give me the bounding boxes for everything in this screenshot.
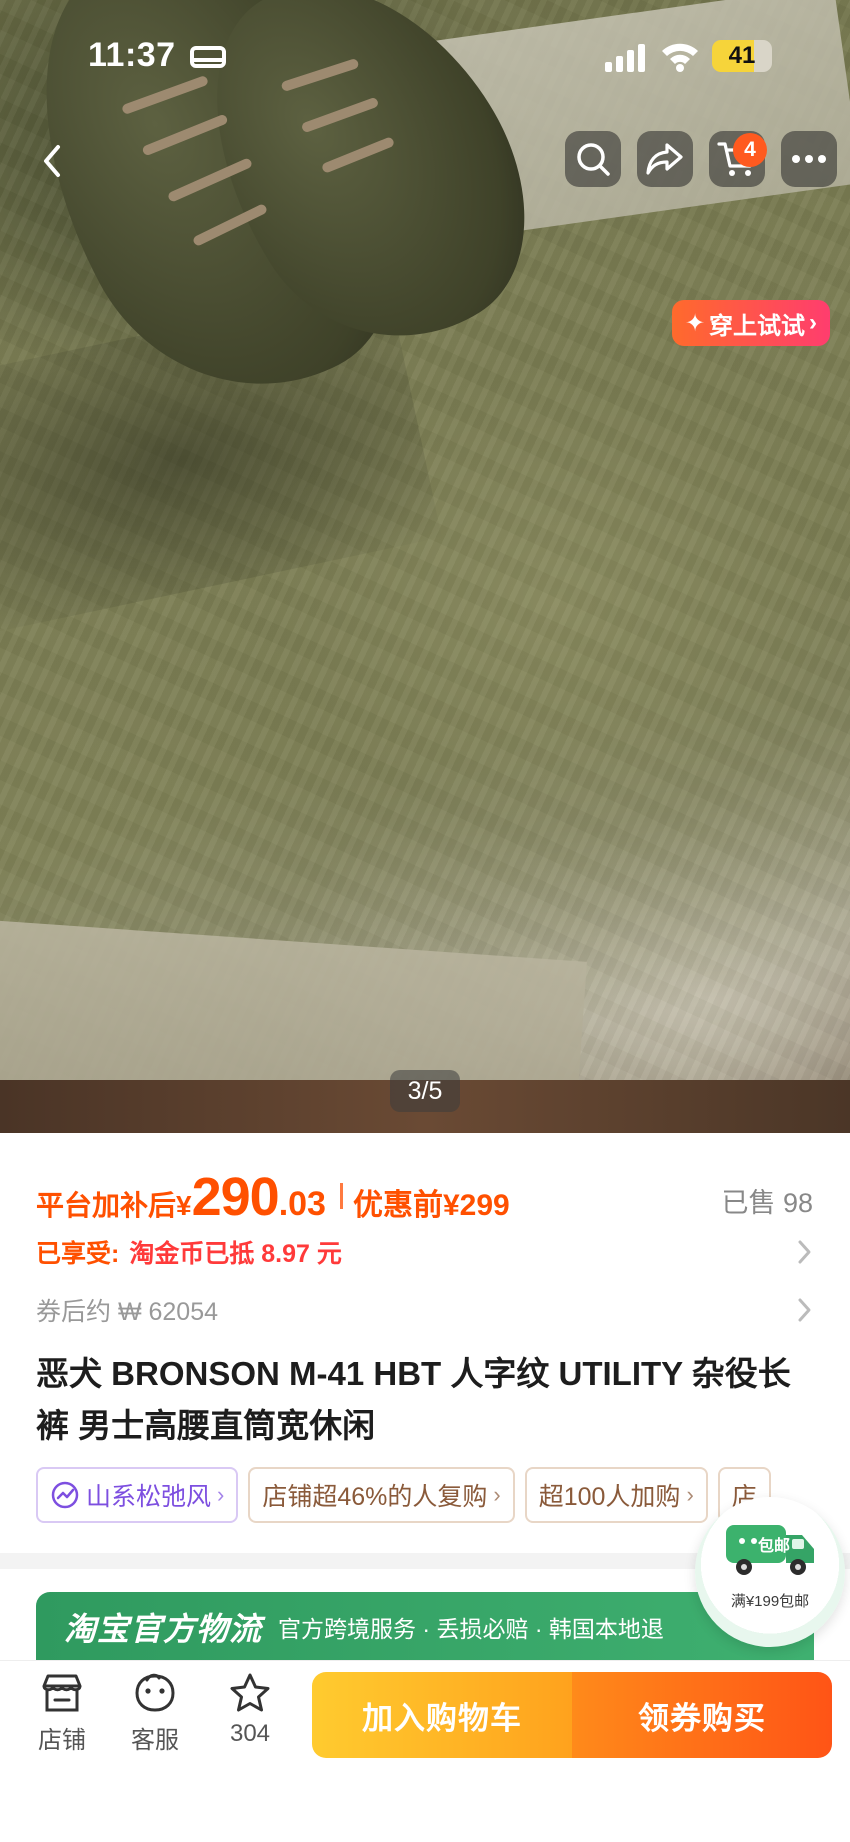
try-on-label: 穿上试试: [709, 312, 806, 340]
chevron-right-icon: [798, 1298, 811, 1322]
search-icon: [577, 143, 610, 176]
tag-label: 店铺超46%的人复购: [262, 1483, 488, 1511]
chevron-right-icon: [798, 1240, 811, 1264]
chevron-right-icon: ›: [217, 1482, 225, 1507]
tag-label: 超100人加购: [538, 1483, 681, 1511]
product-title: 恶犬 BRONSON M-41 HBT 人字纹 UTILITY 杂役长裤 男士高…: [36, 1355, 791, 1444]
price-integer: 290: [191, 1167, 280, 1227]
sold-count: 已售 98: [721, 1188, 813, 1218]
coupon-estimate: 券后约 ₩ 62054: [36, 1298, 219, 1326]
shop-button[interactable]: 店铺: [20, 1672, 104, 1768]
delivery-truck-icon: 包邮: [726, 1525, 814, 1575]
more-button[interactable]: [781, 131, 837, 187]
price-prefix: 平台加补后¥: [36, 1190, 192, 1221]
back-button[interactable]: [28, 136, 78, 186]
status-time: 11:37: [88, 36, 176, 74]
try-on-button[interactable]: ✦ 穿上试试 ›: [672, 300, 830, 346]
share-button[interactable]: [637, 131, 693, 187]
search-button[interactable]: [565, 131, 621, 187]
logistics-brand: 淘宝官方物流: [64, 1611, 263, 1647]
favorite-button[interactable]: 304: [208, 1672, 292, 1768]
svg-text:包邮: 包邮: [758, 1536, 790, 1555]
battery-indicator: 41: [712, 40, 772, 72]
cart-count-badge: 4: [733, 133, 767, 167]
tag-style[interactable]: 山系松弛风 ›: [36, 1467, 239, 1523]
wifi-icon: [662, 43, 698, 72]
add-to-cart-button[interactable]: 加入购物车: [312, 1672, 572, 1758]
price-decimal: .03: [278, 1185, 326, 1223]
logistics-description: 官方跨境服务 · 丢损必赔 · 韩国本地退: [278, 1616, 664, 1642]
cellular-signal-icon: [605, 44, 645, 72]
store-icon: [42, 1674, 82, 1712]
service-label: 客服: [131, 1727, 179, 1754]
free-shipping-note: 满¥199包邮: [730, 1593, 810, 1610]
customer-service-button[interactable]: 客服: [113, 1672, 197, 1768]
image-pager: 3/5: [390, 1070, 460, 1112]
coupon-row[interactable]: 券后约 ₩ 62054: [36, 1290, 814, 1330]
chat-face-icon: [135, 1673, 175, 1712]
price-divider: [339, 1183, 343, 1209]
chevron-left-icon: [44, 145, 60, 177]
sparkle-icon: ✦: [684, 309, 706, 337]
chevron-right-icon: ›: [686, 1482, 694, 1507]
status-bar: 11:37 41: [0, 0, 850, 110]
discount-value: 淘金币已抵 8.97 元: [129, 1240, 342, 1268]
sleep-focus-icon: [190, 46, 226, 68]
share-icon: [646, 143, 683, 175]
free-shipping-badge[interactable]: 包邮 满¥199包邮: [695, 1497, 845, 1647]
tag-add-to-cart-count[interactable]: 超100人加购 ›: [524, 1467, 708, 1523]
shop-label: 店铺: [38, 1727, 86, 1754]
star-icon: [230, 1673, 270, 1712]
more-dots-icon: [792, 155, 826, 163]
tag-repurchase[interactable]: 店铺超46%的人复购 ›: [248, 1467, 515, 1523]
chevron-right-icon: ›: [493, 1482, 501, 1507]
chevron-right-icon: ›: [809, 309, 818, 336]
discount-label: 已享受:: [36, 1240, 120, 1268]
discount-row[interactable]: 已享受: 淘金币已抵 8.97 元: [36, 1232, 814, 1272]
trend-icon: [51, 1481, 79, 1509]
favorite-count: 304: [229, 1720, 271, 1747]
buy-now-button[interactable]: 领券购买: [572, 1672, 832, 1758]
tag-label: 山系松弛风: [86, 1483, 212, 1511]
price-before-discount: 优惠前¥299: [352, 1189, 510, 1222]
tag-strip[interactable]: 山系松弛风 › 店铺超46%的人复购 › 超100人加购 › 店: [36, 1467, 814, 1525]
price-row: 平台加补后¥ 290 .03 优惠前¥299: [36, 1166, 510, 1227]
